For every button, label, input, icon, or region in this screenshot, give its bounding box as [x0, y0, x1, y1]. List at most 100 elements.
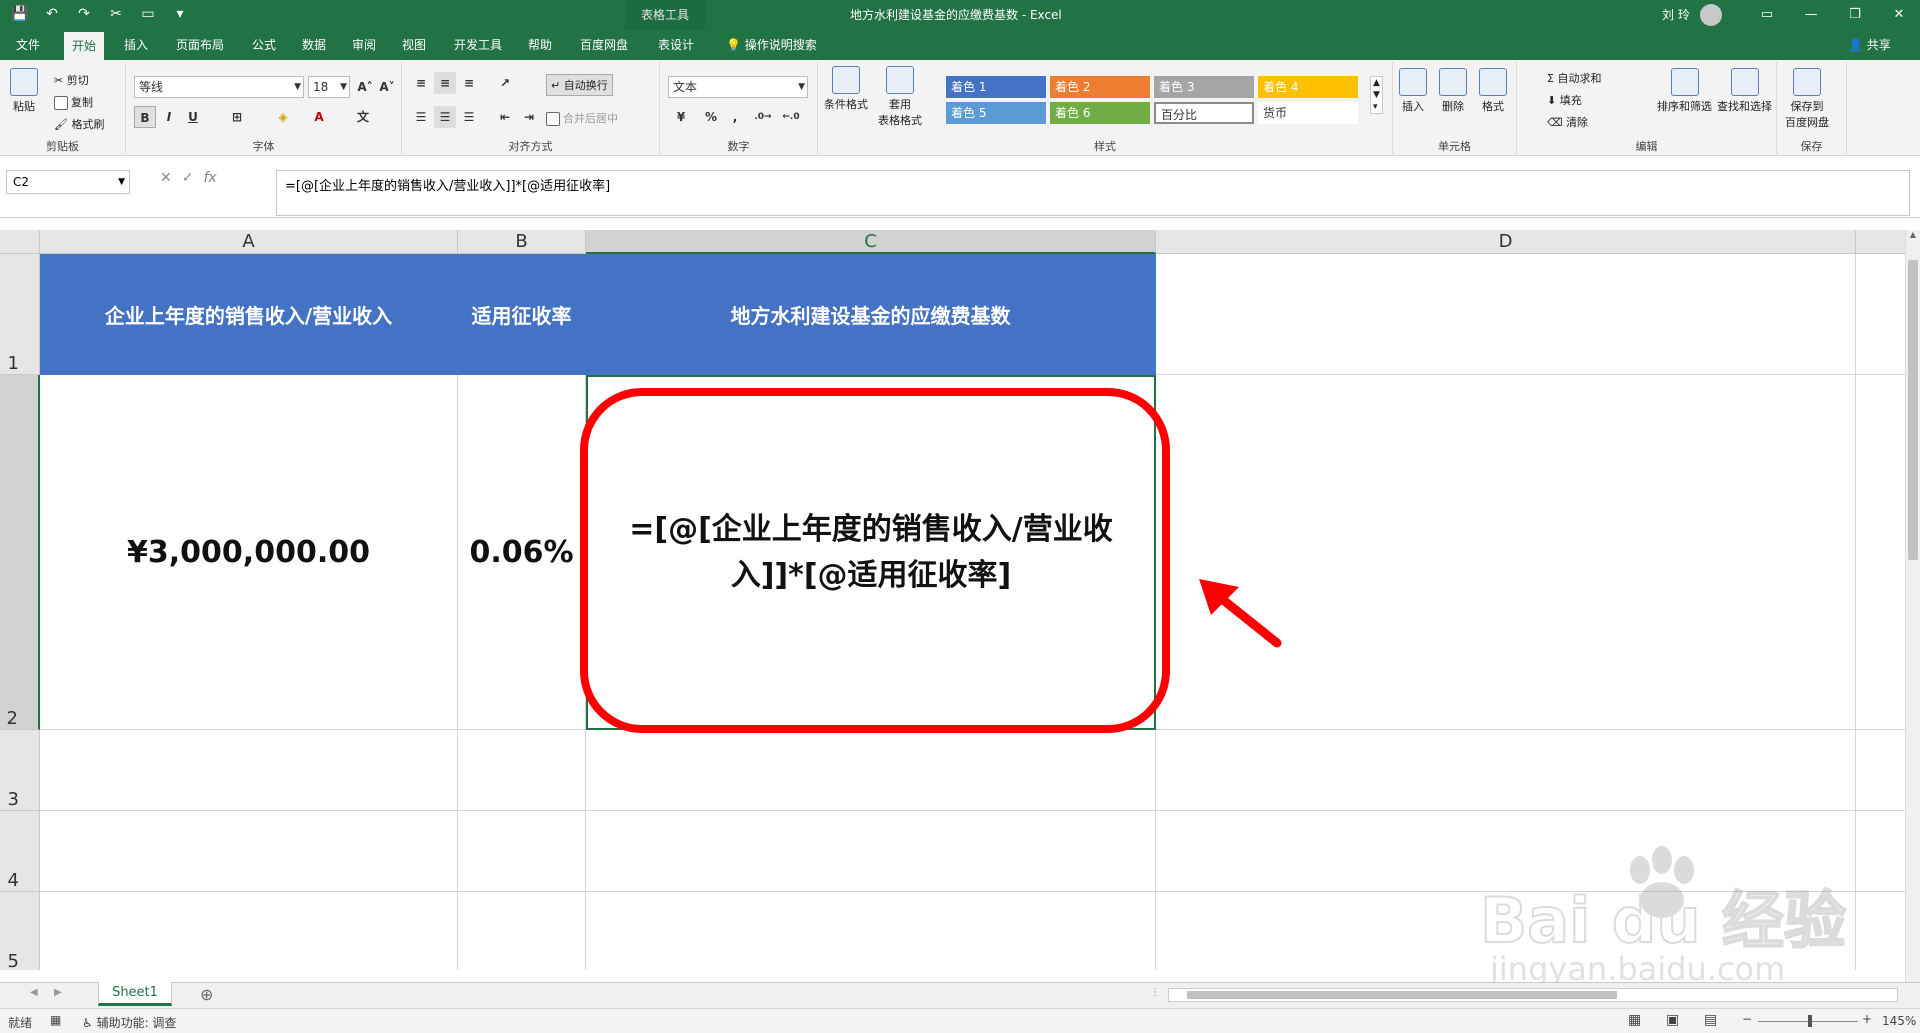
bold-button[interactable]: B — [134, 106, 156, 128]
format-cells-button[interactable]: 格式 — [1479, 68, 1507, 114]
border-icon[interactable]: ⊞ — [226, 106, 248, 128]
tab-developer[interactable]: 开发工具 — [446, 30, 510, 60]
style-accent-5[interactable]: 着色 5 — [946, 102, 1046, 124]
currency-icon[interactable]: ¥ — [670, 106, 692, 128]
horizontal-scrollbar[interactable] — [1168, 988, 1898, 1002]
horizontal-scroll-thumb[interactable] — [1187, 991, 1617, 999]
cell-b5[interactable] — [458, 892, 586, 970]
row-header-2[interactable]: 2 — [0, 375, 40, 730]
ribbon-display-icon[interactable]: ▭ — [1745, 0, 1789, 30]
zoom-in-icon[interactable]: + — [1862, 1012, 1872, 1026]
name-box[interactable]: C2 ▼ — [6, 170, 130, 194]
cell-b4[interactable] — [458, 811, 586, 892]
cell-d2[interactable] — [1156, 375, 1856, 730]
column-header-b[interactable]: B — [458, 230, 586, 254]
underline-button[interactable]: U — [182, 106, 204, 128]
zoom-slider-thumb[interactable] — [1808, 1015, 1812, 1027]
merge-center-button[interactable]: 合并后居中 — [546, 110, 618, 126]
row-header-3[interactable]: 3 — [0, 730, 40, 811]
tab-review[interactable]: 审阅 — [344, 30, 384, 60]
clear-button[interactable]: ⌫ 清除 — [1547, 114, 1588, 130]
column-header-a[interactable]: A — [40, 230, 458, 254]
tab-formulas[interactable]: 公式 — [244, 30, 284, 60]
cell-b1[interactable]: 适用征收率 — [458, 254, 586, 375]
cell-d1[interactable] — [1156, 254, 1856, 375]
align-top-icon[interactable]: ≡ — [410, 72, 432, 94]
share-button[interactable]: 👤 共享 — [1848, 30, 1891, 60]
cell-e5[interactable] — [1856, 892, 1905, 970]
customize-qat-icon[interactable]: ▾ — [170, 4, 190, 24]
format-as-table-button[interactable]: 套用 表格格式 — [878, 66, 922, 128]
sort-filter-button[interactable]: 排序和筛选 — [1657, 68, 1712, 114]
align-center-icon[interactable]: ☰ — [434, 106, 456, 128]
paste-button[interactable]: 粘贴 — [10, 68, 38, 114]
style-accent-1[interactable]: 着色 1 — [946, 76, 1046, 98]
cell-c4[interactable] — [586, 811, 1156, 892]
minimize-icon[interactable]: — — [1789, 0, 1833, 30]
style-accent-4[interactable]: 着色 4 — [1258, 76, 1358, 98]
save-to-baidu-button[interactable]: 保存到 百度网盘 — [1785, 68, 1829, 130]
decrease-decimal-icon[interactable]: ←.0 — [780, 106, 802, 128]
macro-record-icon[interactable]: ▦ — [50, 1013, 61, 1027]
column-header-d[interactable]: D — [1156, 230, 1856, 254]
phonetic-icon[interactable]: 文 — [352, 106, 374, 128]
accessibility-status[interactable]: ♿ 辅助功能: 调查 — [82, 1014, 176, 1031]
styles-scroll-icon[interactable]: ▲ ▼ ▾ — [1370, 76, 1383, 114]
cell-b2[interactable]: 0.06% — [458, 375, 586, 730]
undo-icon[interactable]: ↶ — [42, 4, 62, 24]
enter-icon[interactable]: ✓ — [182, 170, 194, 186]
align-left-icon[interactable]: ☰ — [410, 106, 432, 128]
style-accent-6[interactable]: 着色 6 — [1050, 102, 1150, 124]
conditional-format-button[interactable]: 条件格式 — [824, 66, 868, 112]
row-header-4[interactable]: 4 — [0, 811, 40, 892]
column-header-e[interactable] — [1856, 230, 1905, 254]
cell-d3[interactable] — [1156, 730, 1856, 811]
wrap-text-button[interactable]: ↵ 自动换行 — [546, 74, 613, 96]
cut-icon[interactable]: ✂ — [106, 4, 126, 24]
fill-button[interactable]: ⬇ 填充 — [1547, 92, 1582, 108]
align-right-icon[interactable]: ☰ — [458, 106, 480, 128]
row-header-5[interactable]: 5 — [0, 892, 40, 970]
next-sheet-icon[interactable]: ▶ — [54, 987, 62, 998]
style-percent[interactable]: 百分比 — [1154, 102, 1254, 124]
style-accent-2[interactable]: 着色 2 — [1050, 76, 1150, 98]
grow-font-icon[interactable]: A˄ — [354, 76, 376, 98]
normal-view-icon[interactable]: ▦ — [1628, 1012, 1641, 1028]
tab-insert[interactable]: 插入 — [116, 30, 156, 60]
cell-c3[interactable] — [586, 730, 1156, 811]
vertical-scroll-thumb[interactable] — [1908, 260, 1918, 560]
tab-data[interactable]: 数据 — [294, 30, 334, 60]
tab-view[interactable]: 视图 — [394, 30, 434, 60]
number-format-select[interactable]: 文本 ▼ — [668, 76, 808, 98]
page-break-view-icon[interactable]: ▤ — [1704, 1012, 1717, 1028]
cell-e1[interactable] — [1856, 254, 1905, 375]
decrease-indent-icon[interactable]: ⇤ — [494, 106, 516, 128]
cell-b3[interactable] — [458, 730, 586, 811]
row-header-1[interactable]: 1 — [0, 254, 40, 375]
select-all-corner[interactable] — [0, 230, 40, 254]
delete-cells-button[interactable]: 删除 — [1439, 68, 1467, 114]
cell-d5[interactable] — [1156, 892, 1856, 970]
avatar[interactable] — [1700, 4, 1722, 26]
cell-e2[interactable] — [1856, 375, 1905, 730]
shrink-font-icon[interactable]: A˅ — [376, 76, 398, 98]
page-layout-view-icon[interactable]: ▣ — [1666, 1012, 1679, 1028]
add-sheet-icon[interactable]: ⊕ — [200, 985, 213, 1004]
style-currency[interactable]: 货币 — [1258, 102, 1358, 124]
zoom-level[interactable]: 145% — [1882, 1014, 1916, 1028]
italic-button[interactable]: I — [158, 106, 180, 128]
maximize-icon[interactable]: ❐ — [1833, 0, 1877, 30]
cell-a3[interactable] — [40, 730, 458, 811]
formula-input[interactable]: =[@[企业上年度的销售收入/营业收入]]*[@适用征收率] — [276, 170, 1910, 216]
tab-baidu-netdisk[interactable]: 百度网盘 — [572, 30, 636, 60]
find-select-button[interactable]: 查找和选择 — [1717, 68, 1772, 114]
cancel-icon[interactable]: ✕ — [160, 170, 172, 186]
fill-color-icon[interactable]: ◈ — [272, 106, 294, 128]
style-accent-3[interactable]: 着色 3 — [1154, 76, 1254, 98]
cell-a4[interactable] — [40, 811, 458, 892]
new-doc-icon[interactable]: ▭ — [138, 4, 158, 24]
fx-icon[interactable]: fx — [203, 170, 216, 186]
autosum-button[interactable]: Σ 自动求和 — [1547, 70, 1601, 86]
more-options-icon[interactable]: ⋮ — [1150, 987, 1160, 998]
prev-sheet-icon[interactable]: ◀ — [30, 987, 38, 998]
